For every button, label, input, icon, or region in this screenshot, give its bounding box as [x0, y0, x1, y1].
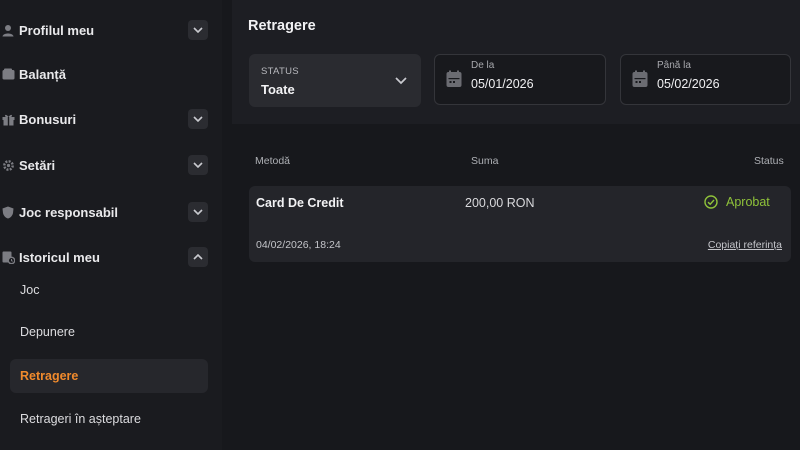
sidebar-subitem-deposit[interactable]: Depunere: [10, 315, 208, 349]
chevron-down-icon: [395, 72, 407, 90]
expand-button[interactable]: [188, 109, 208, 129]
sidebar-item-label: Setări: [19, 157, 56, 173]
sidebar-item-balance[interactable]: Balanță: [0, 54, 222, 94]
date-from-caption: De la: [471, 60, 495, 71]
sidebar-subitem-withdrawal[interactable]: Retragere: [10, 359, 208, 393]
sidebar-subitem-pending-withdrawals[interactable]: Retrageri în așteptare: [10, 402, 208, 436]
chevron-up-icon: [193, 254, 203, 260]
sidebar-subitem-label: Retragere: [20, 369, 79, 383]
page-title: Retragere: [248, 18, 316, 34]
sidebar: Profilul meu Balanță Bonusuri Setări Joc…: [0, 0, 222, 450]
expand-button[interactable]: [188, 202, 208, 222]
collapse-button[interactable]: [188, 247, 208, 267]
status-value: Toate: [261, 82, 295, 97]
chevron-down-icon: [193, 209, 203, 215]
sidebar-item-settings[interactable]: Setări: [0, 145, 222, 185]
sidebar-subitem-label: Retrageri în așteptare: [20, 412, 141, 426]
chevron-down-icon: [193, 162, 203, 168]
transaction-row: Card De Credit 200,00 RON Aprobat 04/02/…: [249, 186, 791, 262]
chevron-down-icon: [193, 27, 203, 33]
transaction-date: 04/02/2026, 18:24: [256, 239, 341, 251]
sidebar-item-label: Joc responsabil: [19, 204, 118, 220]
sidebar-subitem-label: Depunere: [20, 325, 75, 339]
wallet-icon: [1, 67, 15, 81]
gift-icon: [1, 112, 15, 126]
status-select[interactable]: STATUS Toate: [249, 54, 421, 107]
expand-button[interactable]: [188, 20, 208, 40]
sidebar-item-profile[interactable]: Profilul meu: [0, 10, 222, 50]
sidebar-item-responsible-gaming[interactable]: Joc responsabil: [0, 192, 222, 232]
status-text: Aprobat: [726, 195, 770, 209]
date-from-value: 05/01/2026: [471, 77, 534, 91]
sidebar-subitem-game[interactable]: Joc: [10, 273, 208, 307]
status-caption: STATUS: [261, 66, 299, 77]
sidebar-subitem-label: Joc: [20, 283, 40, 297]
column-header-status: Status: [754, 155, 784, 167]
chevron-down-icon: [193, 116, 203, 122]
date-to-value: 05/02/2026: [657, 77, 720, 91]
history-icon: [1, 250, 15, 264]
status-badge: Aprobat: [704, 195, 770, 209]
sidebar-item-label: Profilul meu: [19, 22, 95, 38]
copy-reference-link[interactable]: Copiați referința: [708, 239, 782, 251]
calendar-icon: [632, 70, 648, 93]
sidebar-item-history[interactable]: Istoricul meu: [0, 237, 222, 277]
transaction-method: Card De Credit: [256, 196, 344, 210]
expand-button[interactable]: [188, 155, 208, 175]
sidebar-item-label: Balanță: [19, 66, 66, 82]
column-header-amount: Suma: [471, 155, 499, 167]
sidebar-item-label: Bonusuri: [19, 111, 77, 127]
column-header-method: Metodă: [255, 155, 291, 167]
user-icon: [1, 23, 15, 37]
gear-icon: [1, 158, 15, 172]
date-to-caption: Până la: [657, 60, 691, 71]
shield-icon: [1, 205, 15, 219]
check-circle-icon: [704, 195, 718, 209]
date-from-field[interactable]: De la 05/01/2026: [434, 54, 606, 105]
sidebar-item-bonuses[interactable]: Bonusuri: [0, 99, 222, 139]
date-to-field[interactable]: Până la 05/02/2026: [620, 54, 791, 105]
transaction-amount: 200,00 RON: [465, 196, 535, 210]
sidebar-item-label: Istoricul meu: [19, 249, 100, 265]
calendar-icon: [446, 70, 462, 93]
main-content: Retragere STATUS Toate De la 05/01/2026 …: [232, 0, 800, 450]
